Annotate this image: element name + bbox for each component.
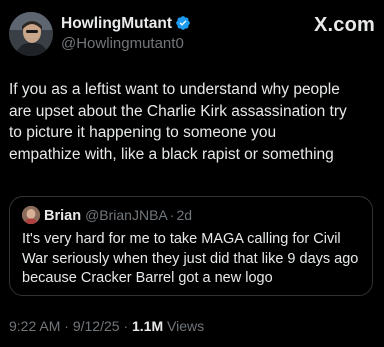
author-display-name-row[interactable]: HowlingMutant — [61, 15, 191, 33]
meta-separator-2: · — [123, 318, 129, 334]
author-name-block: HowlingMutant @Howlingmutant0 — [61, 15, 191, 54]
author-handle[interactable]: @Howlingmutant0 — [61, 34, 191, 54]
tweet-header: HowlingMutant @Howlingmutant0 X.com — [9, 10, 375, 56]
tweet-text: If you as a leftist want to understand w… — [9, 81, 347, 163]
quoted-author-display-name[interactable]: Brian — [44, 208, 81, 224]
tweet-date[interactable]: 9/12/25 — [73, 318, 120, 334]
author-avatar[interactable] — [9, 12, 53, 56]
views-label: Views — [167, 318, 205, 334]
quoted-tweet-header: Brian @BrianJNBA · 2d — [22, 206, 192, 226]
quoted-author-avatar[interactable] — [22, 206, 40, 224]
quoted-tweet-time[interactable]: 2d — [176, 207, 192, 223]
author-display-name[interactable]: HowlingMutant — [61, 15, 172, 32]
quoted-tweet-text: It's very hard for me to take MAGA calli… — [22, 231, 359, 286]
quoted-separator: · — [169, 207, 175, 223]
verified-badge-icon — [175, 15, 191, 31]
views-count[interactable]: 1.1M — [132, 318, 163, 334]
author-avatar-image — [9, 12, 53, 56]
quoted-tweet[interactable]: Brian @BrianJNBA · 2d It's very hard for me… — [9, 196, 373, 296]
tweet-time[interactable]: 9:22 AM — [9, 318, 60, 334]
quoted-author-handle[interactable]: @BrianJNBA — [85, 207, 168, 223]
tweet-meta: 9:22 AM · 9/12/25 · 1.1M Views — [9, 318, 204, 334]
meta-separator: · — [64, 318, 69, 334]
x-com-brand: X.com — [313, 14, 375, 36]
